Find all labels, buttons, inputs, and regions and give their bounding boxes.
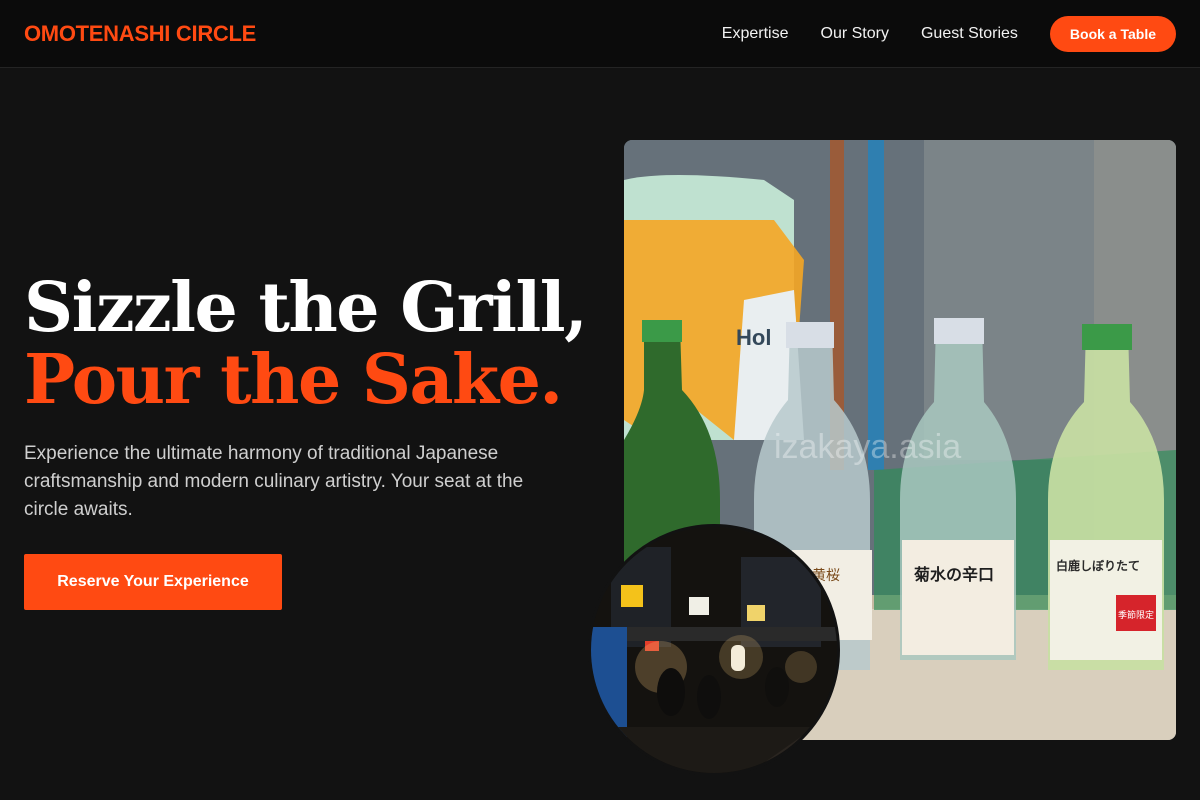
- headline-line-2: Pour the Sake.: [24, 340, 563, 420]
- reserve-experience-button[interactable]: Reserve Your Experience: [24, 554, 282, 610]
- headline-line-1: Sizzle the Grill,: [24, 268, 588, 348]
- bottle-label-hakushika: 白鹿しぼりたて: [1056, 558, 1140, 573]
- hero-headline: Sizzle the Grill, Pour the Sake.: [24, 268, 588, 420]
- book-table-button[interactable]: Book a Table: [1049, 16, 1176, 52]
- brand-logo[interactable]: OMOTENASHI CIRCLE: [24, 21, 256, 47]
- watermark-text: izakaya.asia: [774, 428, 961, 466]
- night-street-illustration: [591, 527, 837, 773]
- bottle-label-seasonal: 季節限定: [1118, 609, 1154, 621]
- nav-link-expertise[interactable]: Expertise: [722, 25, 789, 43]
- svg-text:Hol: Hol: [736, 325, 771, 350]
- hero-subtext: Experience the ultimate harmony of tradi…: [24, 443, 524, 520]
- bottle-label-kikusui: 菊水の辛口: [914, 565, 994, 584]
- site-header: OMOTENASHI CIRCLE Expertise Our Story Gu…: [0, 0, 1200, 68]
- night-street-image: [588, 524, 840, 776]
- nav-link-our-story[interactable]: Our Story: [821, 25, 889, 43]
- main-nav: Expertise Our Story Guest Stories Book a…: [722, 16, 1176, 52]
- nav-link-guest-stories[interactable]: Guest Stories: [921, 25, 1018, 43]
